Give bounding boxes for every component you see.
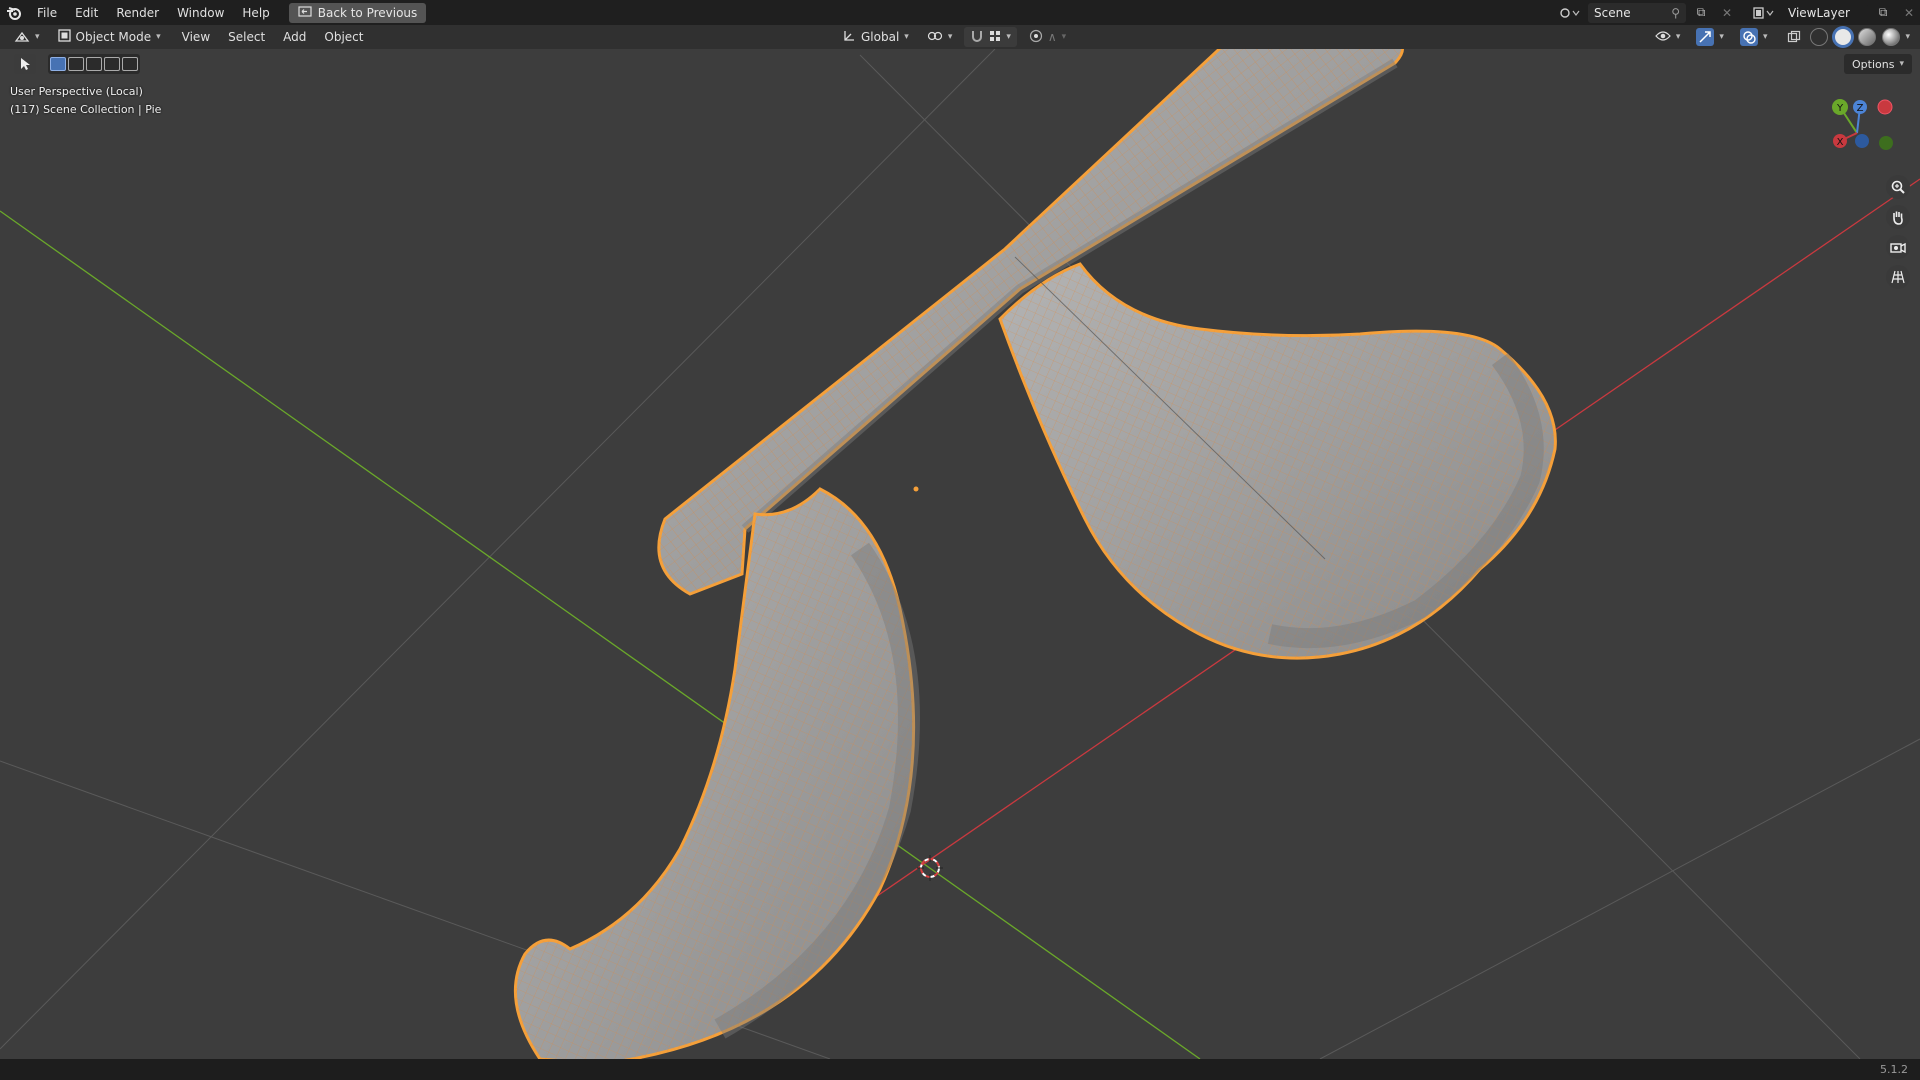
scene-name: Scene: [1594, 5, 1631, 20]
gizmo-icon: [1696, 28, 1715, 46]
floor-grid: [0, 49, 1920, 1059]
ortho-perspective-grid-icon[interactable]: [1886, 265, 1910, 289]
new-scene-icon[interactable]: ⧉: [1690, 3, 1712, 23]
camera-view-icon[interactable]: [1886, 235, 1910, 259]
editor-type-dropdown[interactable]: ▾: [8, 27, 46, 47]
menu-window[interactable]: Window: [168, 0, 233, 25]
chevron-down-icon[interactable]: ▾: [1905, 32, 1910, 42]
eye-icon: [1655, 30, 1671, 45]
proportional-edit-toggle[interactable]: ∧ ▾: [1023, 27, 1072, 47]
perspective-label: User Perspective (Local): [10, 85, 143, 98]
3d-viewport[interactable]: User Perspective (Local) (117) Scene Col…: [0, 49, 1920, 1059]
status-bar: 5.1.2: [0, 1059, 1920, 1080]
pi-mesh-object[interactable]: [513, 49, 1557, 1059]
remove-view-layer-icon[interactable]: ✕: [1898, 3, 1920, 23]
select-subtract-icon[interactable]: [86, 57, 102, 71]
options-label: Options: [1852, 57, 1895, 71]
select-extend-icon[interactable]: [68, 57, 84, 71]
svg-text:Z: Z: [1857, 103, 1864, 114]
magnet-icon: [970, 29, 984, 46]
collection-label: (117) Scene Collection | Pie: [10, 103, 162, 116]
select-intersect-icon[interactable]: [122, 57, 138, 71]
solid-shading-icon[interactable]: [1833, 27, 1853, 47]
menu-help[interactable]: Help: [233, 0, 278, 25]
mode-dropdown[interactable]: Object Mode ▾: [52, 27, 167, 47]
pin-icon[interactable]: ⚲: [1671, 6, 1680, 20]
proportional-edit-icon: [1029, 29, 1043, 46]
view-layer-selector-icon[interactable]: [1750, 3, 1778, 23]
version-label: 5.1.2: [1880, 1063, 1908, 1076]
select-set-icon[interactable]: [50, 57, 66, 71]
wireframe-shading-icon[interactable]: [1809, 27, 1829, 47]
xray-toggle-icon[interactable]: [1783, 27, 1805, 47]
navigation-buttons: [1886, 175, 1910, 289]
viewport-shading-tools: ▾ ▾ ▾ ▾: [1649, 25, 1910, 49]
pivot-icon: [927, 29, 943, 46]
viewport-header: ▾ Object Mode ▾ View Select Add Object G…: [0, 25, 1920, 49]
scene-name-field[interactable]: Scene ⚲: [1588, 2, 1686, 23]
pan-hand-icon[interactable]: [1886, 205, 1910, 229]
chevron-down-icon: ▾: [35, 32, 40, 42]
menu-add[interactable]: Add: [274, 25, 315, 49]
gizmo-toggle[interactable]: ▾: [1690, 27, 1730, 47]
object-origin-point: [913, 486, 919, 492]
transform-tools: Global ▾ ▾ ▾ ∧ ▾: [836, 25, 1072, 49]
zoom-icon[interactable]: [1886, 175, 1910, 199]
gizmo-neg-x-axis[interactable]: [1877, 99, 1893, 115]
selection-mode-group: [48, 54, 140, 74]
chevron-down-icon: ▾: [904, 32, 909, 42]
pivot-point-dropdown[interactable]: ▾: [921, 27, 959, 47]
back-button-label: Back to Previous: [317, 5, 418, 20]
chevron-down-icon: ▾: [1061, 32, 1067, 42]
back-screen-icon: [298, 5, 312, 20]
select-invert-icon[interactable]: [104, 57, 120, 71]
svg-text:X: X: [1837, 137, 1844, 148]
visibility-dropdown[interactable]: ▾: [1649, 27, 1687, 47]
chevron-down-icon: ▾: [1899, 59, 1904, 69]
falloff-icon: ∧: [1047, 30, 1057, 44]
blender-window: File Edit Render Window Help Back to Pre…: [0, 0, 1920, 1080]
menu-object[interactable]: Object: [315, 25, 372, 49]
chevron-down-icon: ▾: [1719, 32, 1724, 42]
orientation-axes-icon: [842, 29, 856, 46]
navigation-gizmo[interactable]: Y Z X: [1830, 97, 1900, 157]
menu-select[interactable]: Select: [219, 25, 274, 49]
chevron-down-icon: ▾: [1675, 32, 1681, 42]
menu-view[interactable]: View: [173, 25, 219, 49]
view-layer-name: ViewLayer: [1788, 5, 1850, 20]
viewport-tool-row: [14, 54, 140, 74]
blender-logo-icon[interactable]: [0, 0, 28, 25]
chevron-down-icon: ▾: [947, 32, 953, 42]
overlays-toggle[interactable]: ▾: [1734, 27, 1774, 47]
chevron-down-icon: ▾: [1006, 32, 1011, 42]
rendered-shading-icon[interactable]: [1881, 27, 1901, 47]
mode-label: Object Mode: [75, 30, 152, 44]
scene-selector-icon[interactable]: [1556, 3, 1584, 23]
overlays-icon: [1739, 28, 1758, 46]
object-mode-icon: [57, 29, 71, 45]
gizmo-neg-y-axis[interactable]: [1879, 136, 1893, 150]
snap-grid-icon: [989, 30, 1001, 45]
chevron-down-icon: ▾: [156, 32, 161, 42]
back-to-previous-button[interactable]: Back to Previous: [288, 2, 427, 23]
chevron-down-icon: ▾: [1762, 32, 1768, 42]
menu-edit[interactable]: Edit: [66, 0, 107, 25]
options-dropdown[interactable]: Options ▾: [1844, 54, 1912, 74]
gizmo-neg-z-axis[interactable]: [1855, 134, 1869, 148]
menu-render[interactable]: Render: [107, 0, 168, 25]
svg-text:Y: Y: [1836, 103, 1844, 114]
viewport-scene: [0, 49, 1920, 1059]
material-shading-icon[interactable]: [1857, 27, 1877, 47]
top-menu-bar: File Edit Render Window Help Back to Pre…: [0, 0, 1920, 25]
new-view-layer-icon[interactable]: ⧉: [1872, 3, 1894, 23]
select-tool-button[interactable]: [14, 54, 36, 74]
snap-toggle[interactable]: ▾: [964, 27, 1017, 47]
scene-controls: Scene ⚲ ⧉ ✕ ViewLayer ⧉ ✕: [1556, 0, 1920, 25]
orientation-label: Global: [861, 30, 900, 44]
remove-scene-icon[interactable]: ✕: [1716, 3, 1738, 23]
menu-file[interactable]: File: [28, 0, 66, 25]
view-layer-field[interactable]: ViewLayer: [1782, 2, 1868, 23]
transform-orientation-dropdown[interactable]: Global ▾: [836, 27, 915, 47]
